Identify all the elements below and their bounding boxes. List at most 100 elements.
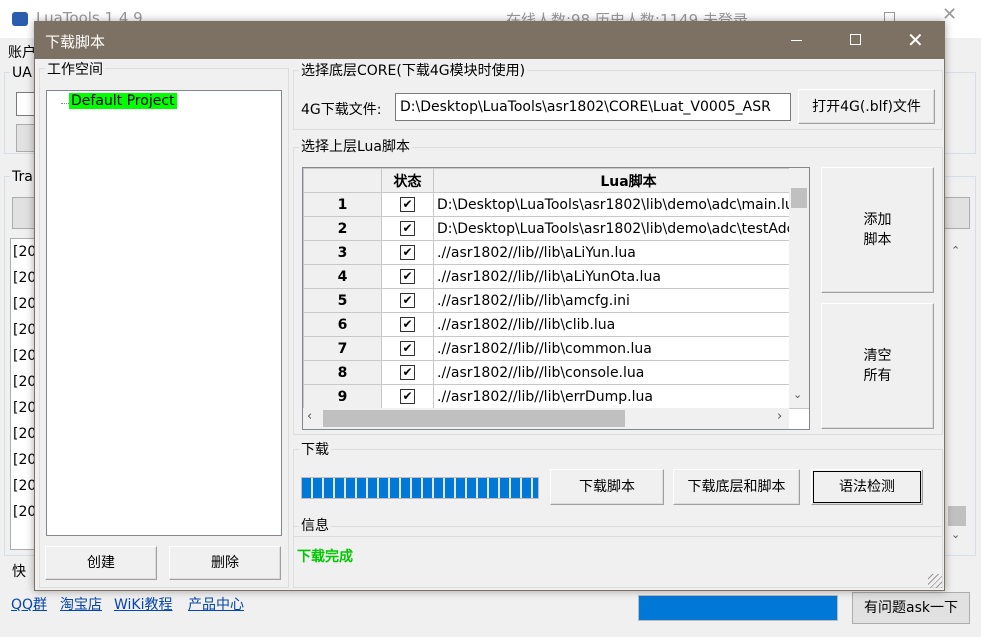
row-number: 4 — [303, 264, 382, 289]
clear-all-button[interactable]: 清空 所有 — [821, 303, 934, 429]
row-number: 7 — [303, 336, 382, 361]
scroll-right-icon[interactable]: › — [777, 409, 782, 424]
resize-grip-icon[interactable] — [928, 574, 942, 588]
row-checkbox[interactable]: ✔ — [400, 293, 415, 308]
clear-all-line2: 所有 — [863, 368, 892, 384]
scroll-up-icon[interactable]: ⌃ — [951, 244, 960, 257]
app-logo-icon — [12, 12, 28, 26]
header-status[interactable]: 状态 — [381, 168, 434, 193]
create-button[interactable]: 创建 — [45, 546, 157, 580]
table-row[interactable]: 5 ✔ .//asr1802//lib//lib\amcfg.ini — [303, 288, 809, 313]
table-row[interactable]: 2 ✔ D:\Desktop\LuaTools\asr1802\lib\demo\a… — [303, 216, 809, 241]
main-trace-label: Tra — [10, 169, 35, 185]
table-row[interactable]: 9 ✔ .//asr1802//lib//lib\errDump.lua — [303, 384, 809, 409]
row-checkbox[interactable]: ✔ — [400, 269, 415, 284]
row-status-cell: ✔ — [381, 288, 434, 313]
main-ua-label: UA — [10, 65, 34, 81]
vertical-scrollbar[interactable]: ⌄ — [789, 168, 809, 408]
delete-button[interactable]: 删除 — [169, 546, 281, 580]
row-script-path[interactable]: D:\Desktop\LuaTools\asr1802\lib\demo\adc… — [433, 216, 809, 241]
download-progress-bar — [301, 477, 539, 499]
open-blf-button[interactable]: 打开4G(.blf)文件 — [798, 89, 935, 124]
row-number: 3 — [303, 240, 382, 265]
row-status-cell: ✔ — [381, 360, 434, 385]
ask-button[interactable]: 有问题ask一下 — [852, 592, 970, 624]
scroll-down-icon[interactable]: ⌄ — [793, 388, 802, 401]
row-number: 9 — [303, 384, 382, 409]
link-products[interactable]: 产品中心 — [188, 594, 244, 614]
download-progress-fill — [302, 478, 538, 498]
scripts-label: 选择上层Lua脚本 — [299, 139, 413, 155]
core-label: 选择底层CORE(下载4G模块时使用) — [299, 63, 528, 79]
add-script-line1: 添加 — [863, 212, 892, 228]
header-number — [303, 168, 382, 193]
row-checkbox[interactable]: ✔ — [400, 341, 415, 356]
minimize-icon[interactable] — [791, 40, 802, 41]
row-script-path[interactable]: .//asr1802//lib//lib\clib.lua — [433, 312, 809, 337]
row-script-path[interactable]: .//asr1802//lib//lib\common.lua — [433, 336, 809, 361]
maximize-icon[interactable] — [850, 34, 861, 45]
add-script-line2: 脚本 — [863, 232, 892, 248]
script-table-header: 状态 Lua脚本 — [303, 168, 809, 193]
core-file-input[interactable]: D:\Desktop\LuaTools\asr1802\CORE\Luat_V0… — [395, 93, 791, 121]
table-row[interactable]: 8 ✔ .//asr1802//lib//lib\console.lua — [303, 360, 809, 385]
row-script-path[interactable]: .//asr1802//lib//lib\errDump.lua — [433, 384, 809, 409]
clear-all-line1: 清空 — [863, 348, 892, 364]
scroll-left-icon[interactable]: ‹ — [307, 409, 312, 424]
row-checkbox[interactable]: ✔ — [400, 317, 415, 332]
core-file-path: D:\Desktop\LuaTools\asr1802\CORE\Luat_V0… — [400, 99, 771, 115]
main-trace-button-right[interactable] — [944, 197, 970, 229]
tree-item-default-project[interactable]: Default Project — [69, 93, 177, 109]
row-status-cell: ✔ — [381, 264, 434, 289]
vertical-scroll-thumb[interactable] — [791, 188, 807, 208]
row-status-cell: ✔ — [381, 216, 434, 241]
row-checkbox[interactable]: ✔ — [400, 221, 415, 236]
script-table: 状态 Lua脚本 1 ✔ D:\Desktop\LuaTools\asr1802\l… — [303, 168, 809, 409]
table-row[interactable]: 7 ✔ .//asr1802//lib//lib\common.lua — [303, 336, 809, 361]
row-script-path[interactable]: .//asr1802//lib//lib\amcfg.ini — [433, 288, 809, 313]
link-taobao[interactable]: 淘宝店 — [60, 594, 102, 614]
header-script[interactable]: Lua脚本 — [433, 168, 809, 193]
table-row[interactable]: 3 ✔ .//asr1802//lib//lib\aLiYun.lua — [303, 240, 809, 265]
syntax-check-button[interactable]: 语法检测 — [811, 469, 923, 505]
close-icon[interactable]: ✕ — [907, 28, 924, 52]
row-number: 8 — [303, 360, 382, 385]
row-script-path[interactable]: .//asr1802//lib//lib\aLiYun.lua — [433, 240, 809, 265]
menu-account[interactable]: 账户 — [8, 42, 36, 62]
main-log-scrollbar[interactable]: ⌃ ⌄ — [946, 238, 968, 550]
main-quick-label: 快 — [10, 564, 28, 580]
workspace-tree[interactable]: Default Project — [46, 90, 282, 536]
row-checkbox[interactable]: ✔ — [400, 365, 415, 380]
main-log-scroll-thumb[interactable] — [948, 506, 966, 526]
link-wiki[interactable]: WiKi教程 — [114, 594, 173, 614]
dialog-titlebar: 下载脚本 ✕ — [35, 22, 944, 59]
row-script-path[interactable]: D:\Desktop\LuaTools\asr1802\lib\demo\adc… — [433, 192, 809, 217]
row-number: 2 — [303, 216, 382, 241]
script-table-view[interactable]: 状态 Lua脚本 1 ✔ D:\Desktop\LuaTools\asr1802\l… — [302, 167, 810, 430]
table-row[interactable]: 4 ✔ .//asr1802//lib//lib\aLiYunOta.lua — [303, 264, 809, 289]
main-progress-bar — [638, 595, 838, 621]
core-field-label: 4G下载文件: — [301, 102, 382, 118]
row-script-path[interactable]: .//asr1802//lib//lib\console.lua — [433, 360, 809, 385]
download-script-button[interactable]: 下载脚本 — [550, 469, 664, 505]
scroll-down-icon[interactable]: ⌄ — [951, 528, 960, 541]
info-message: 下载完成 — [297, 549, 353, 565]
row-status-cell: ✔ — [381, 192, 434, 217]
row-status-cell: ✔ — [381, 336, 434, 361]
table-row[interactable]: 1 ✔ D:\Desktop\LuaTools\asr1802\lib\demo\a… — [303, 192, 809, 217]
add-script-button[interactable]: 添加 脚本 — [821, 167, 934, 293]
row-script-path[interactable]: .//asr1802//lib//lib\aLiYunOta.lua — [433, 264, 809, 289]
main-progress-fill — [639, 596, 837, 620]
horizontal-scroll-thumb[interactable] — [323, 410, 625, 427]
row-checkbox[interactable]: ✔ — [400, 389, 415, 404]
dialog-title: 下载脚本 — [45, 33, 106, 51]
row-checkbox[interactable]: ✔ — [400, 245, 415, 260]
row-number: 1 — [303, 192, 382, 217]
table-row[interactable]: 6 ✔ .//asr1802//lib//lib\clib.lua — [303, 312, 809, 337]
link-qq-group[interactable]: QQ群 — [11, 594, 47, 614]
row-checkbox[interactable]: ✔ — [400, 197, 415, 212]
download-dialog: 下载脚本 ✕ 工作空间 Default Project 创建 删除 选择底层CO… — [34, 21, 945, 591]
download-core-and-script-button[interactable]: 下载底层和脚本 — [673, 469, 800, 505]
horizontal-scrollbar[interactable]: ‹ › — [303, 408, 789, 429]
row-status-cell: ✔ — [381, 312, 434, 337]
